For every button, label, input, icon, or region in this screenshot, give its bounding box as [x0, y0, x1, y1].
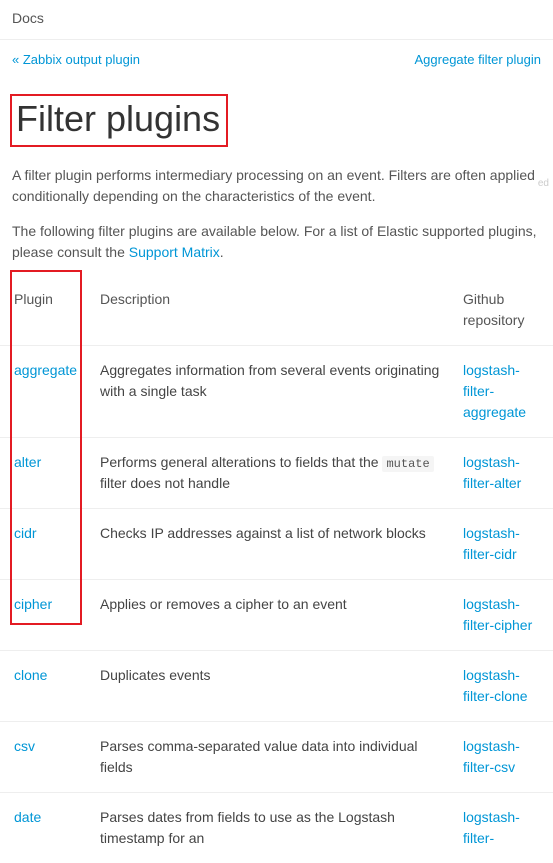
table-row: cipher Applies or removes a cipher to an…	[0, 579, 553, 650]
table-row: clone Duplicates events logstash-filter-…	[0, 650, 553, 721]
repo-link[interactable]: logstash-filter-csv	[463, 738, 520, 775]
page-title: Filter plugins	[16, 98, 220, 139]
plugin-desc: Duplicates events	[90, 650, 453, 721]
plugin-desc: Checks IP addresses against a list of ne…	[90, 508, 453, 579]
repo-link[interactable]: logstash-filter-aggregate	[463, 362, 526, 420]
intro-paragraph: A filter plugin performs intermediary pr…	[0, 155, 553, 211]
prev-link[interactable]: Zabbix output plugin	[23, 52, 140, 67]
repo-link[interactable]: logstash-filter-cidr	[463, 525, 520, 562]
table-row: aggregate Aggregates information from se…	[0, 345, 553, 437]
repo-link[interactable]: logstash-filter-clone	[463, 667, 528, 704]
repo-link[interactable]: logstash-filter-	[463, 809, 520, 846]
lead-tail: .	[220, 244, 224, 260]
edit-indicator: ed	[538, 176, 549, 191]
table-row: csv Parses comma-separated value data in…	[0, 721, 553, 792]
plugin-link[interactable]: csv	[14, 738, 35, 754]
lead-text: The following filter plugins are availab…	[12, 223, 537, 260]
plugin-link[interactable]: date	[14, 809, 41, 825]
table-row: date Parses dates from fields to use as …	[0, 792, 553, 863]
plugin-desc: Parses comma-separated value data into i…	[90, 721, 453, 792]
plugin-desc: Performs general alterations to fields t…	[90, 437, 453, 508]
col-header-repo: Github repository	[453, 279, 553, 346]
plugin-desc: Parses dates from fields to use as the L…	[90, 792, 453, 863]
table-row: cidr Checks IP addresses against a list …	[0, 508, 553, 579]
plugin-link[interactable]: cidr	[14, 525, 37, 541]
plugin-link[interactable]: cipher	[14, 596, 52, 612]
breadcrumb-docs[interactable]: Docs	[12, 10, 44, 26]
plugin-link[interactable]: alter	[14, 454, 41, 470]
prev-caret: «	[12, 52, 19, 67]
plugins-table: Plugin Description Github repository agg…	[0, 279, 553, 863]
breadcrumb: Docs	[0, 0, 553, 40]
plugin-desc: Applies or removes a cipher to an event	[90, 579, 453, 650]
desc-pre: Performs general alterations to fields t…	[100, 454, 382, 470]
plugin-link[interactable]: aggregate	[14, 362, 77, 378]
repo-link[interactable]: logstash-filter-alter	[463, 454, 521, 491]
support-matrix-link[interactable]: Support Matrix	[129, 244, 220, 260]
page-nav: « Zabbix output plugin Aggregate filter …	[0, 40, 553, 76]
code-mutate: mutate	[382, 456, 433, 472]
title-highlight-box: Filter plugins	[10, 94, 228, 147]
desc-post: filter does not handle	[100, 475, 230, 491]
col-header-description: Description	[90, 279, 453, 346]
next-link[interactable]: Aggregate filter plugin	[415, 50, 541, 70]
plugin-link[interactable]: clone	[14, 667, 47, 683]
col-header-plugin: Plugin	[0, 279, 90, 346]
table-row: alter Performs general alterations to fi…	[0, 437, 553, 508]
plugin-desc: Aggregates information from several even…	[90, 345, 453, 437]
repo-link[interactable]: logstash-filter-cipher	[463, 596, 532, 633]
lead-paragraph: The following filter plugins are availab…	[0, 211, 553, 267]
